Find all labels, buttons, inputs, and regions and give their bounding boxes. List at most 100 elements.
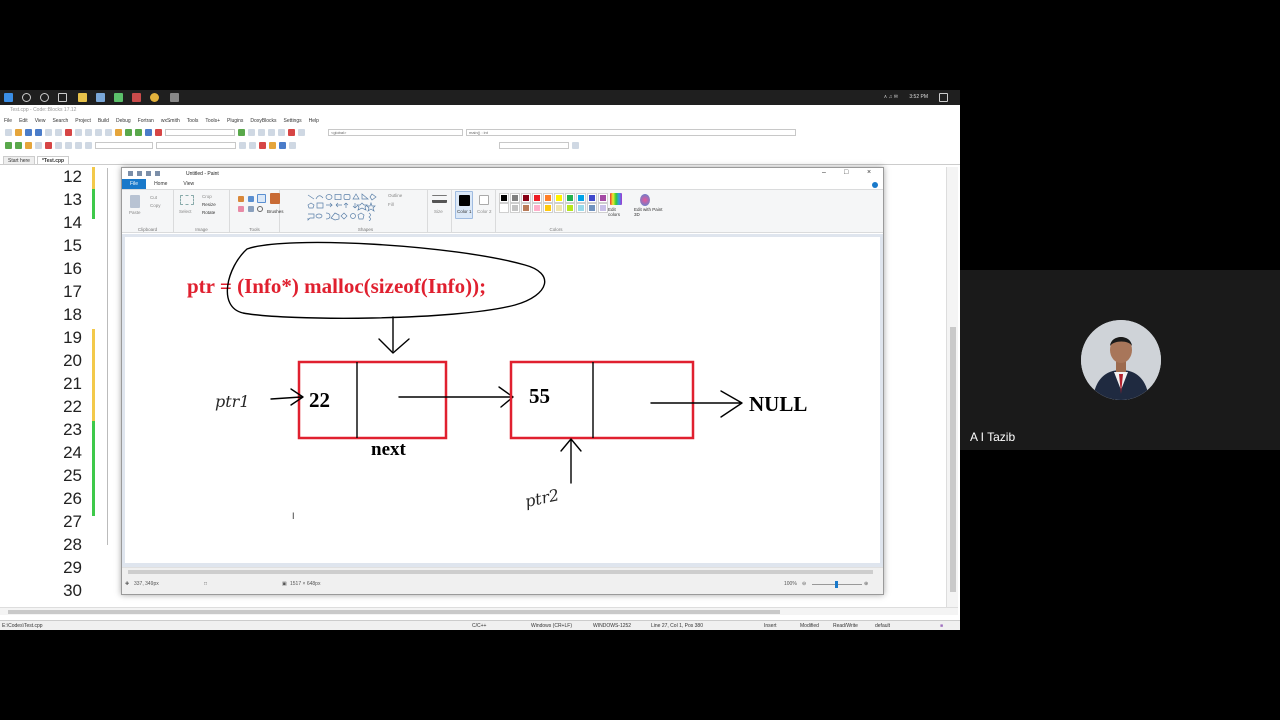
step-into-icon[interactable] [268, 129, 275, 136]
palette-color-swatch[interactable] [598, 193, 608, 203]
shapes-gallery[interactable] [306, 193, 384, 221]
task-view-icon[interactable] [58, 93, 67, 102]
zoom-slider-thumb[interactable] [835, 581, 838, 588]
menu-item[interactable]: Help [309, 118, 319, 124]
resize-button[interactable]: Resize [202, 202, 216, 207]
abort-icon[interactable] [155, 129, 162, 136]
palette-color-swatch[interactable] [565, 193, 575, 203]
fill-icon[interactable] [248, 196, 254, 202]
bookmark-icon[interactable] [25, 142, 32, 149]
toggle-comment-icon[interactable] [55, 142, 62, 149]
rebuild-icon[interactable] [145, 129, 152, 136]
palette-color-swatch[interactable] [521, 203, 531, 213]
cut-icon[interactable] [65, 129, 72, 136]
tab-view[interactable]: View [175, 179, 202, 189]
palette-color-swatch[interactable] [499, 193, 509, 203]
copy-button[interactable]: Copy [150, 203, 161, 208]
chrome-icon[interactable] [150, 93, 159, 102]
menu-item[interactable]: Fortran [138, 118, 154, 124]
palette-color-swatch[interactable] [532, 203, 542, 213]
search-next-icon[interactable] [249, 142, 256, 149]
notification-icon[interactable] [939, 93, 948, 102]
indent-icon[interactable] [75, 142, 82, 149]
tool-icon[interactable] [289, 142, 296, 149]
regex-combo[interactable] [499, 142, 569, 149]
rotate-button[interactable]: Rotate [202, 210, 215, 215]
build-icon[interactable] [115, 129, 122, 136]
regex-icon[interactable] [572, 142, 579, 149]
stop-debug-icon[interactable] [288, 129, 295, 136]
select-icon[interactable] [180, 195, 194, 205]
menu-item[interactable]: Edit [19, 118, 28, 124]
search-combo[interactable] [156, 142, 236, 149]
codeblocks-icon[interactable] [114, 93, 123, 102]
menu-item[interactable]: Project [75, 118, 91, 124]
palette-color-swatch[interactable] [510, 203, 520, 213]
find-icon[interactable] [95, 129, 102, 136]
paint-icon[interactable] [170, 93, 179, 102]
start-icon[interactable] [4, 93, 13, 102]
paint3d-icon[interactable] [640, 194, 650, 206]
palette-color-swatch[interactable] [576, 193, 586, 203]
build-target-combo[interactable] [165, 129, 235, 136]
minimize-icon[interactable]: – [822, 169, 826, 176]
debug-icon[interactable] [238, 129, 245, 136]
run-to-cursor-icon[interactable] [248, 129, 255, 136]
editor-vertical-scrollbar[interactable] [946, 167, 958, 607]
paint-canvas[interactable]: ptr = (Info*) malloc(sizeof(Info)); 22 n… [125, 237, 880, 563]
palette-color-swatch[interactable] [554, 193, 564, 203]
forward-icon[interactable] [15, 142, 22, 149]
file-explorer-icon[interactable] [78, 93, 87, 102]
zoom-out-icon[interactable]: ⊖ [802, 581, 806, 587]
save-icon[interactable] [137, 171, 142, 176]
symbol-combo[interactable]: main() : int [466, 129, 796, 136]
scope-combo[interactable]: <global> [328, 129, 463, 136]
build-run-icon[interactable] [135, 129, 142, 136]
menu-item[interactable]: File [4, 118, 12, 124]
palette-color-swatch[interactable] [543, 203, 553, 213]
menu-item[interactable]: Plugins [227, 118, 243, 124]
paint-hscroll-thumb[interactable] [128, 570, 873, 574]
magnifier-icon[interactable] [257, 206, 263, 212]
menu-item[interactable]: Settings [284, 118, 302, 124]
debug-stop-icon[interactable] [259, 142, 266, 149]
palette-color-swatch[interactable] [510, 193, 520, 203]
cortana-icon[interactable] [40, 93, 49, 102]
app-icon[interactable] [96, 93, 105, 102]
editor-vscroll-thumb[interactable] [950, 327, 956, 592]
menu-item[interactable]: Tools [187, 118, 199, 124]
app-icon[interactable] [132, 93, 141, 102]
menu-item[interactable]: Debug [116, 118, 131, 124]
doxy-icon[interactable] [279, 142, 286, 149]
next-line-icon[interactable] [258, 129, 265, 136]
color2-swatch[interactable] [479, 195, 489, 205]
replace-icon[interactable] [105, 129, 112, 136]
fill-button[interactable]: Fill [388, 202, 394, 207]
paste-icon[interactable] [130, 195, 140, 208]
palette-color-swatch[interactable] [532, 193, 542, 203]
bookmark-next-icon[interactable] [35, 142, 42, 149]
tab-test-cpp[interactable]: *Test.cpp [36, 156, 70, 164]
undo-icon[interactable] [45, 129, 52, 136]
paste-icon[interactable] [85, 129, 92, 136]
palette-color-swatch[interactable] [587, 193, 597, 203]
palette-color-swatch[interactable] [587, 203, 597, 213]
edit-colors-button[interactable]: Edit colors [608, 207, 620, 217]
search-icon[interactable] [22, 93, 31, 102]
crop-button[interactable]: Crop [202, 194, 212, 199]
tab-home[interactable]: Home [146, 179, 175, 189]
undo-icon[interactable] [146, 171, 151, 176]
cut-button[interactable]: Cut [150, 195, 157, 200]
palette-color-swatch[interactable] [565, 203, 575, 213]
search-prev-icon[interactable] [239, 142, 246, 149]
size-button[interactable]: Size [434, 209, 443, 214]
palette-color-swatch[interactable] [576, 203, 586, 213]
bookmark-prev-icon[interactable] [45, 142, 52, 149]
palette-color-swatch[interactable] [543, 193, 553, 203]
close-icon[interactable]: × [867, 169, 871, 176]
text-icon[interactable] [257, 194, 266, 203]
maximize-icon[interactable]: □ [844, 169, 848, 176]
paste-label[interactable]: Paste [129, 210, 141, 215]
step-out-icon[interactable] [278, 129, 285, 136]
menu-item[interactable]: Search [52, 118, 68, 124]
